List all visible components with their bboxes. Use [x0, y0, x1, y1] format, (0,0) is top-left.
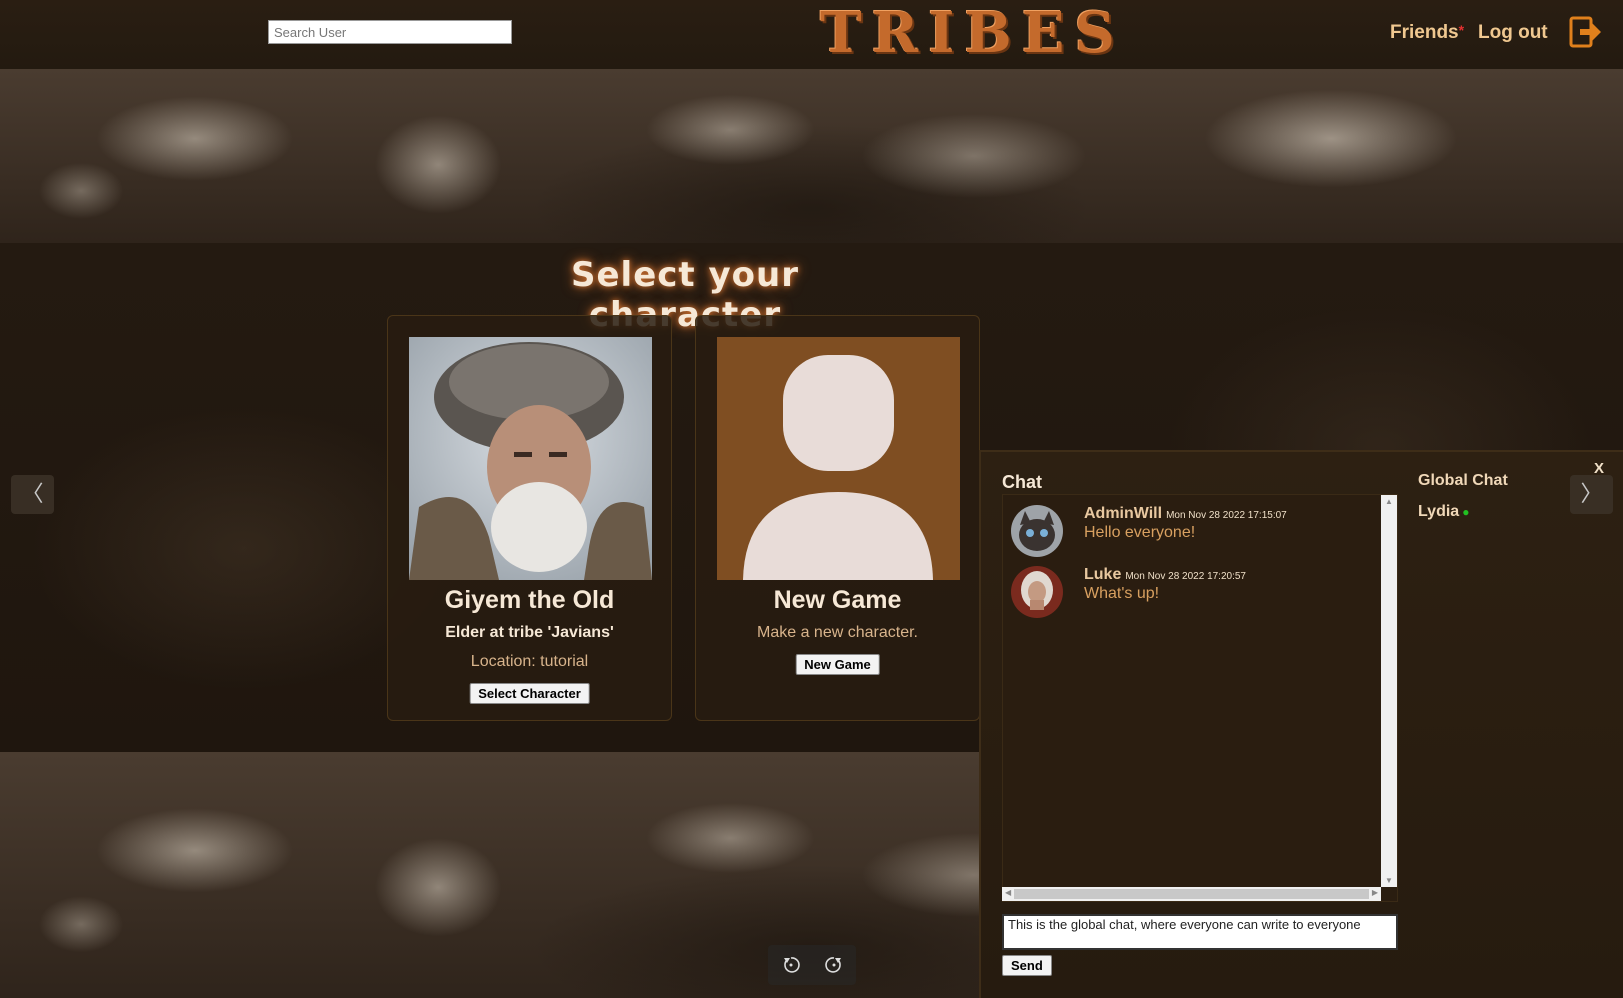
avatar[interactable] — [1011, 505, 1063, 557]
tribes-logo[interactable]: TRIBES — [820, 2, 1115, 64]
new-game-description: Make a new character. — [757, 624, 918, 641]
message-text: What's up! — [1084, 585, 1160, 602]
search-user-input[interactable] — [268, 20, 512, 44]
scroll-thumb[interactable] — [1014, 889, 1369, 899]
scroll-up-icon[interactable]: ▲ — [1385, 497, 1393, 506]
character-location: Location: tutorial — [470, 653, 589, 670]
character-name: Giyem the Old — [444, 586, 615, 614]
scroll-left-icon[interactable]: ◀ — [1005, 888, 1011, 897]
previous-arrow-button[interactable]: 〈 — [11, 475, 54, 514]
placeholder-avatar-icon — [717, 337, 960, 580]
rotate-controls — [768, 945, 856, 985]
character-card: Giyem the Old Elder at tribe 'Javians' L… — [387, 315, 672, 721]
chat-room-list: Global Chat Lydia ● — [1418, 472, 1508, 534]
message-author[interactable]: AdminWill — [1084, 505, 1162, 522]
chat-vertical-scrollbar[interactable]: ▲ ▼ — [1381, 495, 1397, 887]
chat-title: Chat — [1002, 472, 1042, 492]
friends-label: Friends — [1390, 22, 1459, 43]
top-bar: TRIBES Friends* Log out — [0, 0, 1623, 69]
new-game-button[interactable]: New Game — [795, 654, 880, 675]
message-timestamp: Mon Nov 28 2022 17:20:57 — [1125, 571, 1246, 582]
message-text: Hello everyone! — [1084, 524, 1196, 541]
select-character-button[interactable]: Select Character — [469, 683, 590, 704]
avatar[interactable] — [1011, 566, 1063, 618]
friends-notification-dot: * — [1458, 22, 1465, 38]
logout-link[interactable]: Log out — [1478, 22, 1548, 44]
chat-room-lydia[interactable]: Lydia ● — [1418, 503, 1508, 521]
scroll-down-icon[interactable]: ▼ — [1385, 876, 1393, 885]
chat-message-input[interactable] — [1002, 914, 1398, 950]
rotate-right-icon[interactable] — [824, 955, 844, 975]
next-arrow-button[interactable]: 〉 — [1570, 475, 1613, 514]
message-author[interactable]: Luke — [1084, 566, 1121, 583]
cave-painting-banner-top — [0, 69, 1623, 243]
chat-message: AdminWill Mon Nov 28 2022 17:15:07 Hello … — [1011, 505, 1371, 559]
character-portrait — [409, 337, 652, 580]
logout-icon[interactable] — [1568, 14, 1602, 50]
message-timestamp: Mon Nov 28 2022 17:15:07 — [1166, 510, 1287, 521]
rotate-left-icon[interactable] — [781, 955, 801, 975]
chat-message: Luke Mon Nov 28 2022 17:20:57 What's up! — [1011, 566, 1371, 620]
scroll-right-icon[interactable]: ▶ — [1372, 888, 1378, 897]
new-game-card: New Game Make a new character. New Game — [695, 315, 980, 721]
new-game-title: New Game — [773, 586, 902, 614]
room-label: Lydia — [1418, 503, 1460, 520]
send-button[interactable]: Send — [1002, 955, 1052, 976]
chat-room-global[interactable]: Global Chat — [1418, 472, 1508, 490]
chat-horizontal-scrollbar[interactable]: ◀ ▶ — [1002, 887, 1381, 901]
online-status-icon: ● — [1462, 505, 1470, 519]
character-role: Elder at tribe 'Javians' — [445, 624, 614, 641]
app-root: TRIBES Friends* Log out Select your char… — [0, 0, 1623, 998]
friends-link[interactable]: Friends* — [1390, 22, 1464, 44]
